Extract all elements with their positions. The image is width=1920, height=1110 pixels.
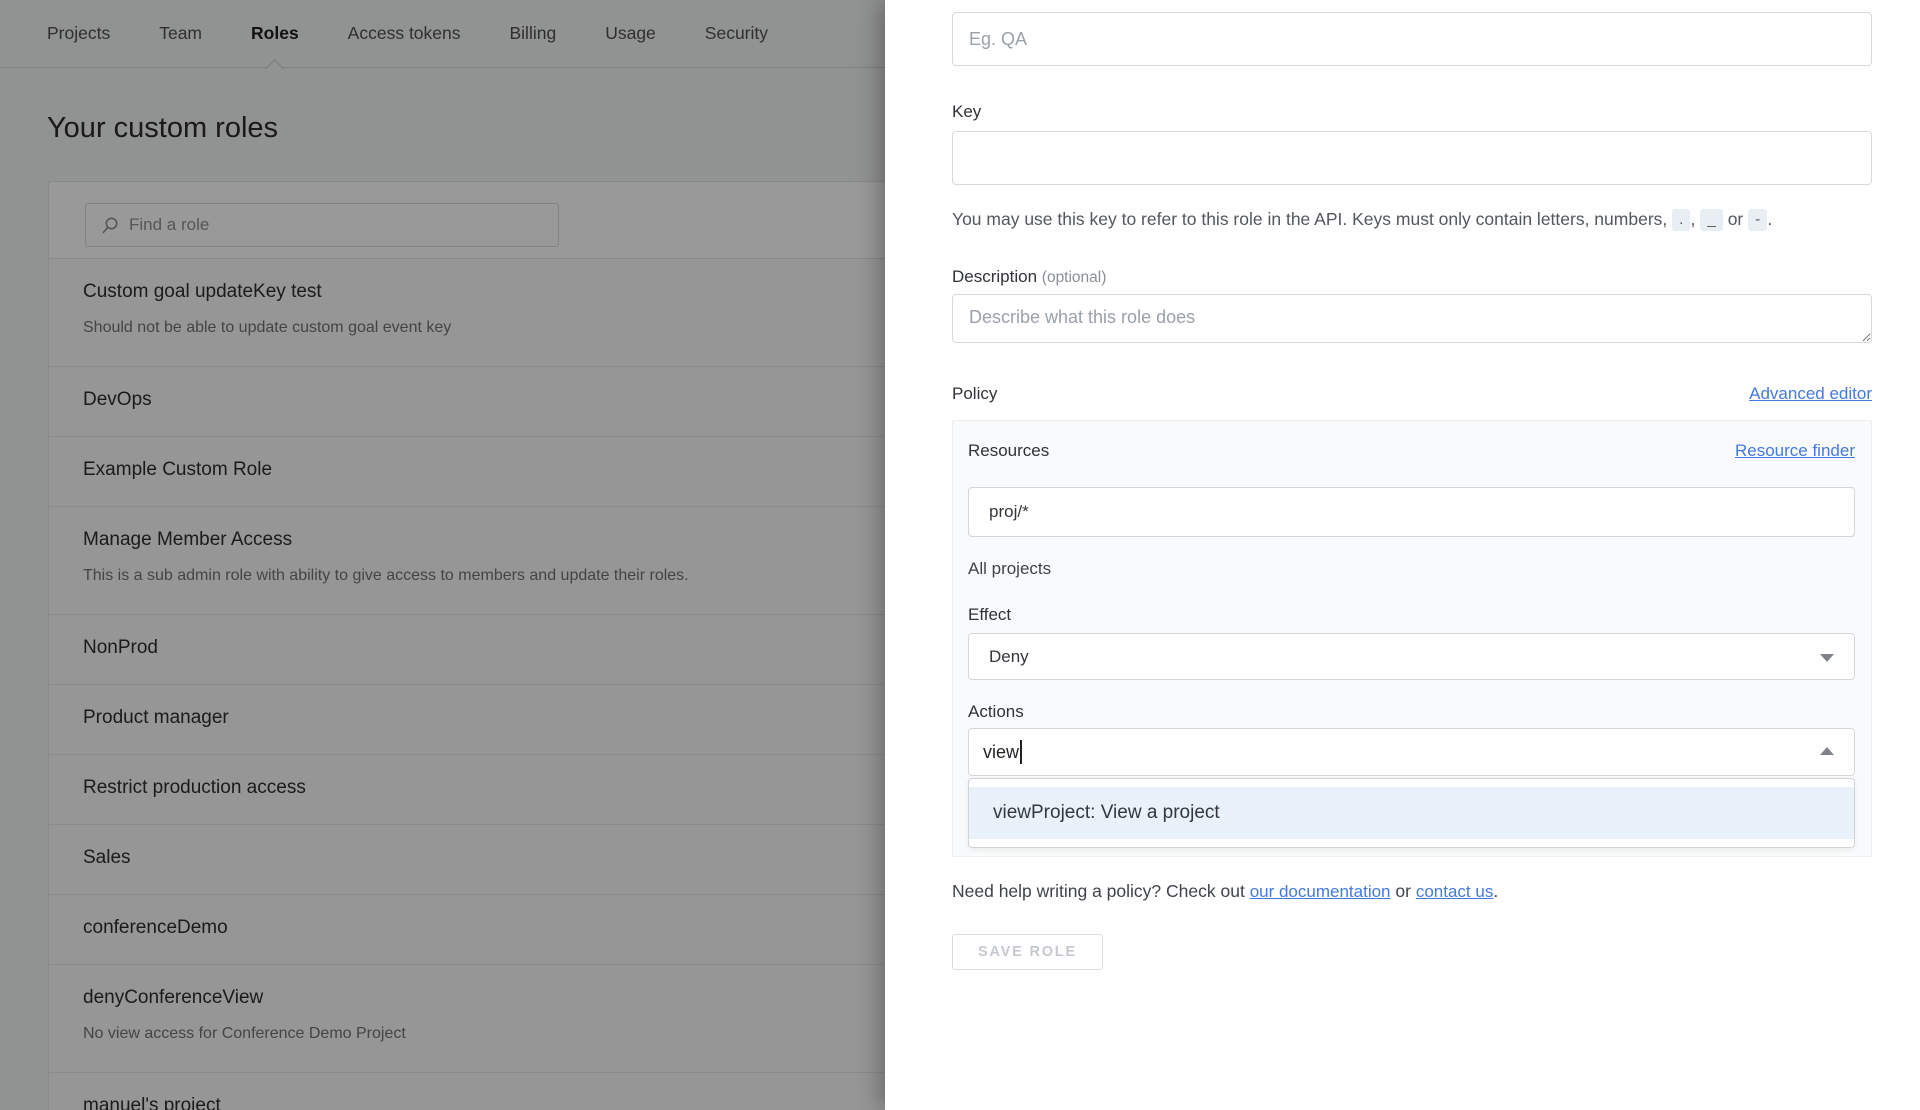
chevron-down-icon (1820, 654, 1834, 662)
contact-us-link[interactable]: contact us (1416, 882, 1494, 901)
policy-box: Resources Resource finder All projects E… (952, 420, 1872, 857)
effect-value: Deny (989, 647, 1029, 667)
policy-label: Policy (952, 384, 997, 404)
documentation-link[interactable]: our documentation (1250, 882, 1391, 901)
text-cursor (1020, 740, 1022, 764)
actions-dropdown-menu: viewProject: View a project (968, 778, 1855, 848)
resources-input[interactable] (968, 487, 1855, 537)
advanced-editor-link[interactable]: Advanced editor (1749, 384, 1872, 404)
app-root: Projects Team Roles Access tokens Billin… (0, 0, 1920, 1110)
chevron-up-icon (1820, 747, 1834, 755)
hyphen-token: - (1748, 209, 1767, 231)
description-label: Description (optional) (952, 267, 1872, 287)
name-input[interactable] (952, 12, 1872, 66)
actions-option-viewproject[interactable]: viewProject: View a project (969, 787, 1854, 839)
effect-select[interactable]: Deny (968, 633, 1855, 680)
create-role-drawer: Name Key You may use this key to refer t… (885, 0, 1920, 1110)
dot-token: . (1672, 209, 1690, 231)
description-textarea[interactable] (952, 294, 1872, 343)
actions-input[interactable]: view (968, 728, 1855, 776)
optional-hint: (optional) (1042, 269, 1107, 286)
save-role-button[interactable]: SAVE ROLE (952, 934, 1103, 970)
resource-finder-link[interactable]: Resource finder (1735, 441, 1855, 461)
effect-label: Effect (968, 605, 1855, 625)
resource-scope-hint: All projects (968, 559, 1855, 579)
actions-label: Actions (968, 702, 1855, 722)
key-label: Key (952, 102, 1872, 122)
resources-label: Resources (968, 441, 1049, 461)
policy-help-text: Need help writing a policy? Check out ou… (952, 881, 1872, 902)
name-label: Name (952, 0, 1872, 4)
key-input[interactable] (952, 131, 1872, 185)
key-helper-text: You may use this key to refer to this ro… (952, 205, 1872, 234)
actions-value: view (983, 742, 1019, 763)
underscore-token: _ (1700, 209, 1723, 231)
